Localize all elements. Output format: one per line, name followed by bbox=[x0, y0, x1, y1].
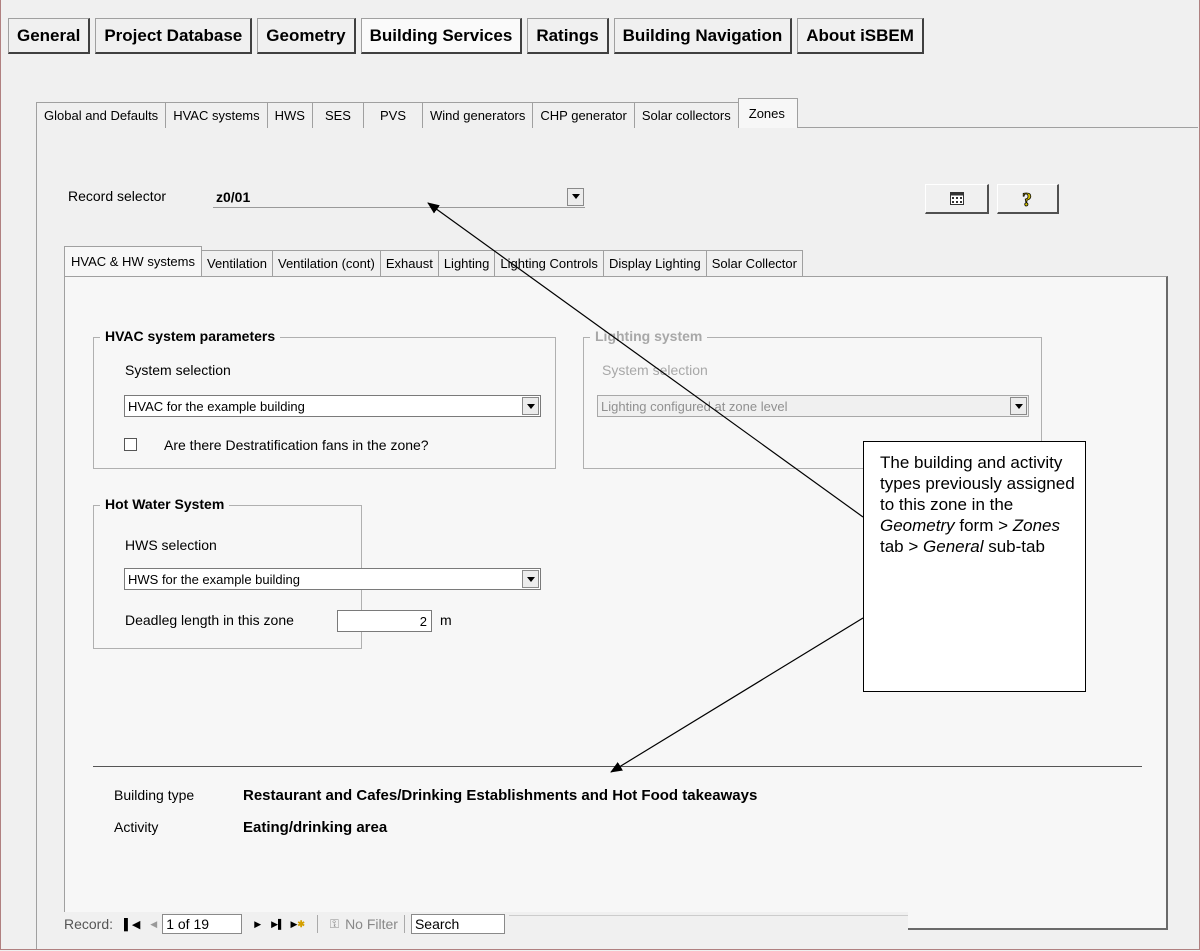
arrow-to-building-type bbox=[610, 617, 864, 773]
record-nav-label: Record: bbox=[64, 916, 114, 932]
nav-separator bbox=[403, 915, 405, 933]
arrow-to-record-selector bbox=[427, 202, 864, 518]
record-position-input[interactable]: 1 of 19 bbox=[162, 914, 243, 934]
nav-separator bbox=[316, 915, 318, 933]
next-record-icon[interactable]: ▶ bbox=[254, 919, 261, 930]
new-record-icon[interactable]: ▶✱ bbox=[290, 919, 304, 930]
record-navigation-bar: Record: ▌◀ ◀ 1 of 19 ▶ ▶▌ ▶✱ ⚿ No Filter… bbox=[58, 912, 908, 936]
horizontal-scrollbar[interactable] bbox=[508, 914, 908, 934]
last-record-icon[interactable]: ▶▌ bbox=[271, 919, 284, 930]
search-input[interactable]: Search bbox=[410, 914, 505, 934]
filter-status[interactable]: No Filter bbox=[345, 916, 398, 932]
filter-icon[interactable]: ⚿ bbox=[330, 917, 339, 932]
annotation-arrows bbox=[427, 202, 864, 773]
first-record-icon[interactable]: ▌◀ bbox=[124, 918, 140, 931]
prev-record-icon[interactable]: ◀ bbox=[150, 919, 157, 930]
